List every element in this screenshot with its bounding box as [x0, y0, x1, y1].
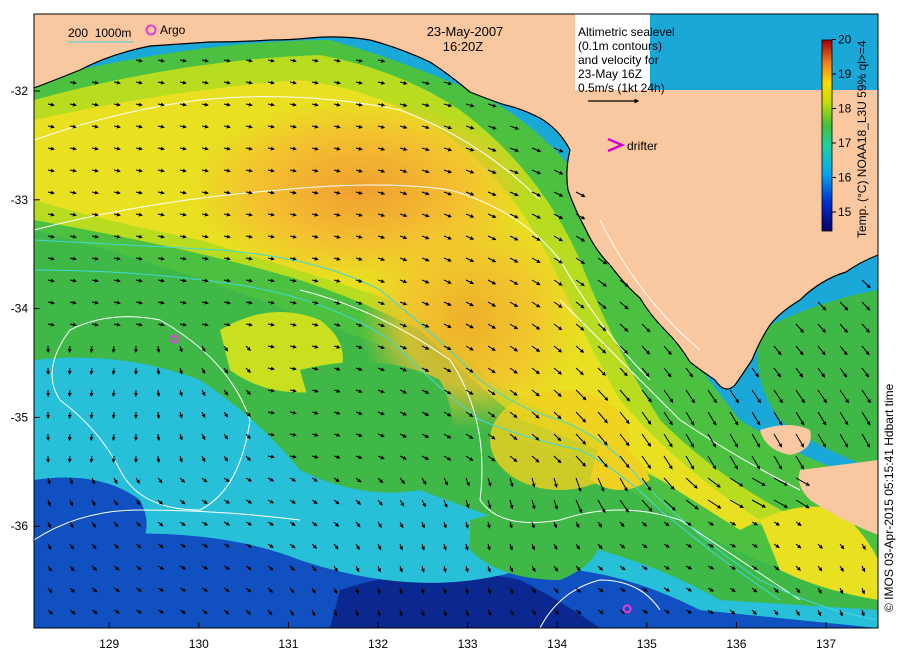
velocity-arrow: [67, 433, 72, 441]
x-tick-label: 137: [816, 637, 836, 651]
x-tick-label: 131: [278, 637, 298, 651]
isobath-legend-label: 200 1000m: [68, 26, 131, 40]
velocity-arrow: [67, 367, 72, 375]
annotation-line-1: Altimetric sealevel: [578, 25, 675, 39]
credit-label: © IMOS 03-Apr-2015 05:15:41 Hdbart time: [882, 383, 896, 612]
sst-map-figure: 23-May-2007 16:20Z 200 1000m Argo Altime…: [11, 13, 896, 651]
y-tick-label: -35: [11, 410, 29, 424]
annotation-line-5: 0.5m/s (1kt 24h): [578, 81, 665, 95]
annotation-line-2: (0.1m contours): [578, 39, 662, 53]
velocity-arrow: [111, 455, 116, 463]
date-label: 23-May-2007: [427, 24, 504, 39]
colorbar-tick-label: 17: [838, 136, 852, 150]
velocity-arrow: [67, 411, 72, 419]
velocity-arrow: [67, 455, 72, 463]
velocity-arrow: [67, 389, 72, 397]
drifter-legend-label: drifter: [627, 139, 658, 153]
velocity-arrow: [111, 433, 116, 441]
velocity-arrow: [67, 345, 72, 353]
x-tick-label: 134: [547, 637, 567, 651]
colorbar-ramp: [821, 39, 833, 232]
y-tick-label: -33: [11, 193, 29, 207]
x-tick-label: 133: [458, 637, 478, 651]
argo-legend-label: Argo: [160, 23, 186, 37]
y-tick-label: -32: [11, 84, 29, 98]
colorbar-tick-label: 16: [838, 171, 852, 185]
velocity-arrow: [111, 345, 116, 353]
x-tick-label: 132: [368, 637, 388, 651]
velocity-arrow: [111, 367, 116, 375]
y-tick-label: -34: [11, 302, 29, 316]
x-tick-label: 129: [99, 637, 119, 651]
velocity-arrow: [111, 389, 116, 397]
x-tick-label: 130: [189, 637, 209, 651]
velocity-arrow: [111, 411, 116, 419]
colorbar-label: Temp. (°C) NOAA18_L3U 59% ql>=4: [855, 40, 869, 238]
time-label: 16:20Z: [443, 39, 484, 54]
x-tick-label: 136: [726, 637, 746, 651]
colorbar-tick-label: 15: [838, 205, 852, 219]
colorbar-tick-label: 19: [838, 67, 852, 81]
annotation-line-4: 23-May 16Z: [578, 67, 642, 81]
annotation-line-3: and velocity for: [578, 53, 659, 67]
isobath-legend: 200 1000m: [68, 26, 134, 43]
colorbar-tick-label: 18: [838, 102, 852, 116]
x-tick-label: 135: [637, 637, 657, 651]
y-tick-label: -36: [11, 519, 29, 533]
colorbar-tick-label: 20: [838, 33, 852, 47]
